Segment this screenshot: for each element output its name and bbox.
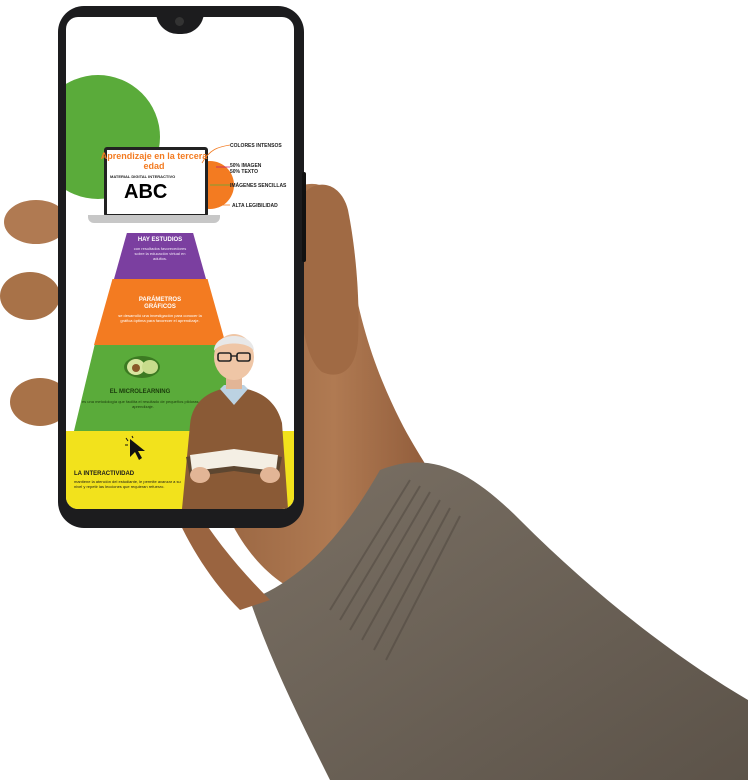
level-1-title: HAY ESTUDIOS bbox=[137, 237, 183, 243]
level-4-title: LA INTERACTIVIDAD bbox=[74, 471, 135, 477]
phone-side-button bbox=[302, 172, 306, 262]
camera-icon bbox=[175, 17, 184, 26]
elderly-man-photo bbox=[182, 334, 288, 509]
annotation-lines bbox=[201, 144, 231, 206]
level-2-title: PARÁMETROS GRÁFICOS bbox=[138, 297, 182, 310]
infographic-title: Aprendizaje en la tercera edad bbox=[100, 151, 208, 171]
cursor-icon bbox=[125, 435, 145, 460]
phone-screen: Aprendizaje en la tercera edad MATERIAL … bbox=[66, 17, 294, 509]
annotation-texto: 50% TEXTO bbox=[230, 169, 258, 175]
annotation-colores: COLORES INTENSOS bbox=[230, 143, 282, 149]
laptop-abc: ABC bbox=[124, 181, 168, 203]
annotation-imagenes: IMÁGENES SENCILLAS bbox=[230, 183, 287, 189]
annotation-legibilidad: ALTA LEGIBILIDAD bbox=[232, 203, 278, 209]
infographic-subtitle: MATERIAL DIGITAL INTERACTIVO bbox=[110, 174, 176, 179]
level-1-body: con resultados favorecedores sobre la ed… bbox=[133, 246, 187, 261]
laptop-base bbox=[88, 215, 220, 223]
avocado-icon bbox=[124, 356, 160, 378]
level-4-body: mantiene la atención del estudiante, le … bbox=[74, 479, 181, 489]
